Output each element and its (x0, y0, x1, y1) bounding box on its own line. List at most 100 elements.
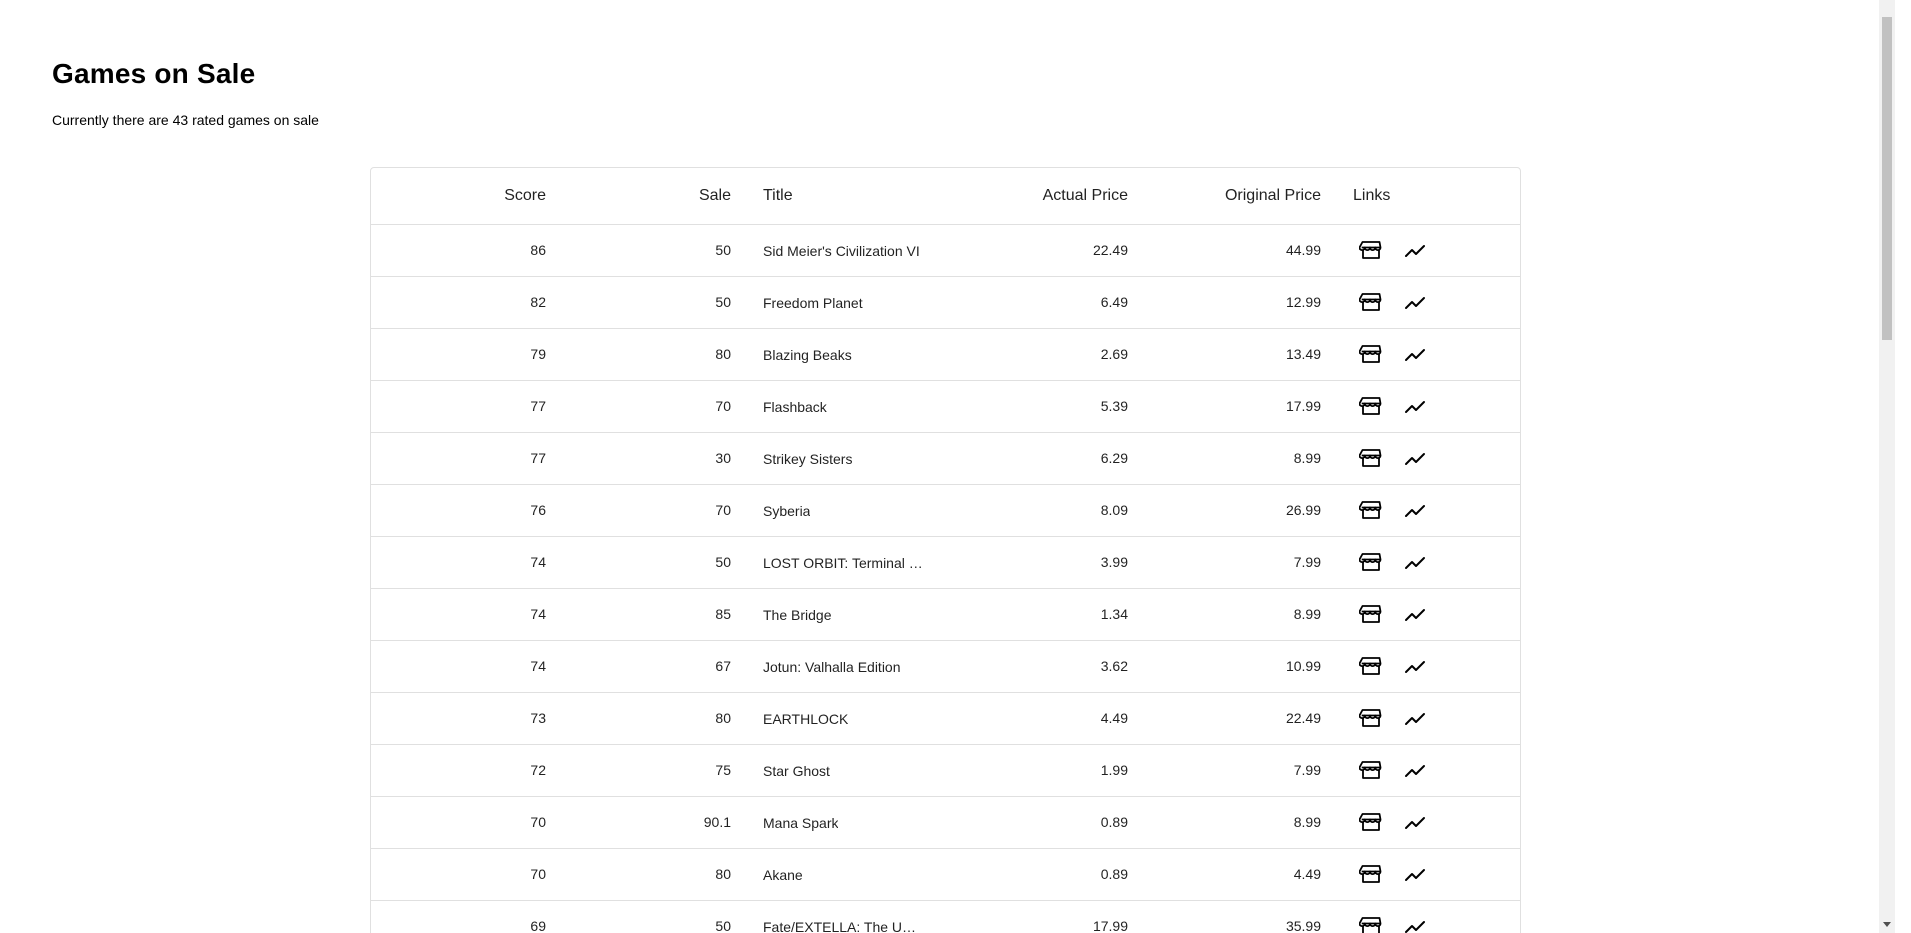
actual-price-cell: 22.49 (941, 224, 1128, 277)
actual-price-cell: 5.39 (941, 380, 1128, 433)
links-cell (1321, 328, 1520, 381)
store-icon[interactable] (1359, 550, 1383, 574)
trending-up-icon[interactable] (1403, 758, 1427, 782)
original-price-cell: 22.49 (1128, 692, 1321, 745)
title-cell: Sid Meier's Civilization VI (731, 224, 941, 277)
store-icon[interactable] (1359, 706, 1383, 730)
links-cell (1321, 900, 1520, 933)
game-title: Akane (763, 866, 803, 883)
links-cell (1321, 848, 1520, 901)
trending-up-icon[interactable] (1403, 394, 1427, 418)
title-cell: Jotun: Valhalla Edition (731, 640, 941, 693)
game-title: Fate/EXTELLA: The Umbral Star (763, 918, 923, 933)
trending-up-icon[interactable] (1403, 810, 1427, 834)
sale-cell: 85 (546, 588, 731, 641)
actual-price-cell: 6.29 (941, 432, 1128, 485)
trending-up-icon[interactable] (1403, 446, 1427, 470)
table-row: 69 50 Fate/EXTELLA: The Umbral Star 17.9… (371, 900, 1520, 933)
score-cell: 70 (371, 796, 546, 849)
sale-cell: 30 (546, 432, 731, 485)
title-cell: Mana Spark (731, 796, 941, 849)
sale-cell: 50 (546, 224, 731, 277)
title-cell: Strikey Sisters (731, 432, 941, 485)
sale-cell: 50 (546, 536, 731, 589)
page-scrollbar[interactable] (1879, 0, 1895, 933)
sale-cell: 80 (546, 848, 731, 901)
links-cell (1321, 588, 1520, 641)
actual-price-cell: 2.69 (941, 328, 1128, 381)
score-cell: 86 (371, 224, 546, 277)
links-cell (1321, 276, 1520, 329)
table-body: 86 50 Sid Meier's Civilization VI 22.49 … (371, 224, 1520, 933)
sale-cell: 75 (546, 744, 731, 797)
store-icon[interactable] (1359, 758, 1383, 782)
store-icon[interactable] (1359, 654, 1383, 678)
trending-up-icon[interactable] (1403, 238, 1427, 262)
store-icon[interactable] (1359, 290, 1383, 314)
game-title: Syberia (763, 502, 811, 519)
game-title: Blazing Beaks (763, 346, 852, 363)
store-icon[interactable] (1359, 498, 1383, 522)
store-icon[interactable] (1359, 394, 1383, 418)
column-header-links: Links (1321, 168, 1520, 225)
store-icon[interactable] (1359, 342, 1383, 366)
trending-up-icon[interactable] (1403, 342, 1427, 366)
actual-price-cell: 1.34 (941, 588, 1128, 641)
sale-cell: 50 (546, 276, 731, 329)
trending-up-icon[interactable] (1403, 602, 1427, 626)
game-title: Sid Meier's Civilization VI (763, 242, 920, 259)
column-header-actual-price[interactable]: Actual Price (941, 168, 1128, 225)
table-row: 70 80 Akane 0.89 4.49 (371, 848, 1520, 901)
games-table-container: Score Sale Title Actual Price Original P… (370, 167, 1521, 933)
actual-price-cell: 17.99 (941, 900, 1128, 933)
trending-up-icon[interactable] (1403, 914, 1427, 933)
table-row: 76 70 Syberia 8.09 26.99 (371, 484, 1520, 537)
original-price-cell: 35.99 (1128, 900, 1321, 933)
title-cell: Syberia (731, 484, 941, 537)
original-price-cell: 44.99 (1128, 224, 1321, 277)
table-row: 86 50 Sid Meier's Civilization VI 22.49 … (371, 224, 1520, 277)
game-title: Freedom Planet (763, 294, 863, 311)
links-cell (1321, 536, 1520, 589)
original-price-cell: 8.99 (1128, 588, 1321, 641)
original-price-cell: 4.49 (1128, 848, 1321, 901)
score-cell: 74 (371, 640, 546, 693)
actual-price-cell: 0.89 (941, 796, 1128, 849)
scroll-down-arrow[interactable] (1879, 917, 1895, 933)
store-icon[interactable] (1359, 238, 1383, 262)
column-header-original-price[interactable]: Original Price (1128, 168, 1321, 225)
score-cell: 70 (371, 848, 546, 901)
trending-up-icon[interactable] (1403, 290, 1427, 314)
title-cell: Star Ghost (731, 744, 941, 797)
title-cell: Akane (731, 848, 941, 901)
store-icon[interactable] (1359, 810, 1383, 834)
original-price-cell: 13.49 (1128, 328, 1321, 381)
game-title: Mana Spark (763, 814, 839, 831)
store-icon[interactable] (1359, 914, 1383, 933)
trending-up-icon[interactable] (1403, 706, 1427, 730)
actual-price-cell: 1.99 (941, 744, 1128, 797)
trending-up-icon[interactable] (1403, 498, 1427, 522)
original-price-cell: 8.99 (1128, 796, 1321, 849)
games-table: Score Sale Title Actual Price Original P… (371, 168, 1520, 933)
table-row: 70 90.1 Mana Spark 0.89 8.99 (371, 796, 1520, 849)
score-cell: 69 (371, 900, 546, 933)
actual-price-cell: 4.49 (941, 692, 1128, 745)
trending-up-icon[interactable] (1403, 862, 1427, 886)
scrollbar-thumb[interactable] (1882, 17, 1892, 340)
column-header-title[interactable]: Title (731, 168, 941, 225)
sale-cell: 67 (546, 640, 731, 693)
column-header-sale[interactable]: Sale (546, 168, 731, 225)
links-cell (1321, 380, 1520, 433)
score-cell: 79 (371, 328, 546, 381)
store-icon[interactable] (1359, 602, 1383, 626)
actual-price-cell: 6.49 (941, 276, 1128, 329)
trending-up-icon[interactable] (1403, 550, 1427, 574)
score-cell: 73 (371, 692, 546, 745)
store-icon[interactable] (1359, 862, 1383, 886)
store-icon[interactable] (1359, 446, 1383, 470)
trending-up-icon[interactable] (1403, 654, 1427, 678)
column-header-score[interactable]: Score (371, 168, 546, 225)
score-cell: 74 (371, 588, 546, 641)
links-cell (1321, 692, 1520, 745)
